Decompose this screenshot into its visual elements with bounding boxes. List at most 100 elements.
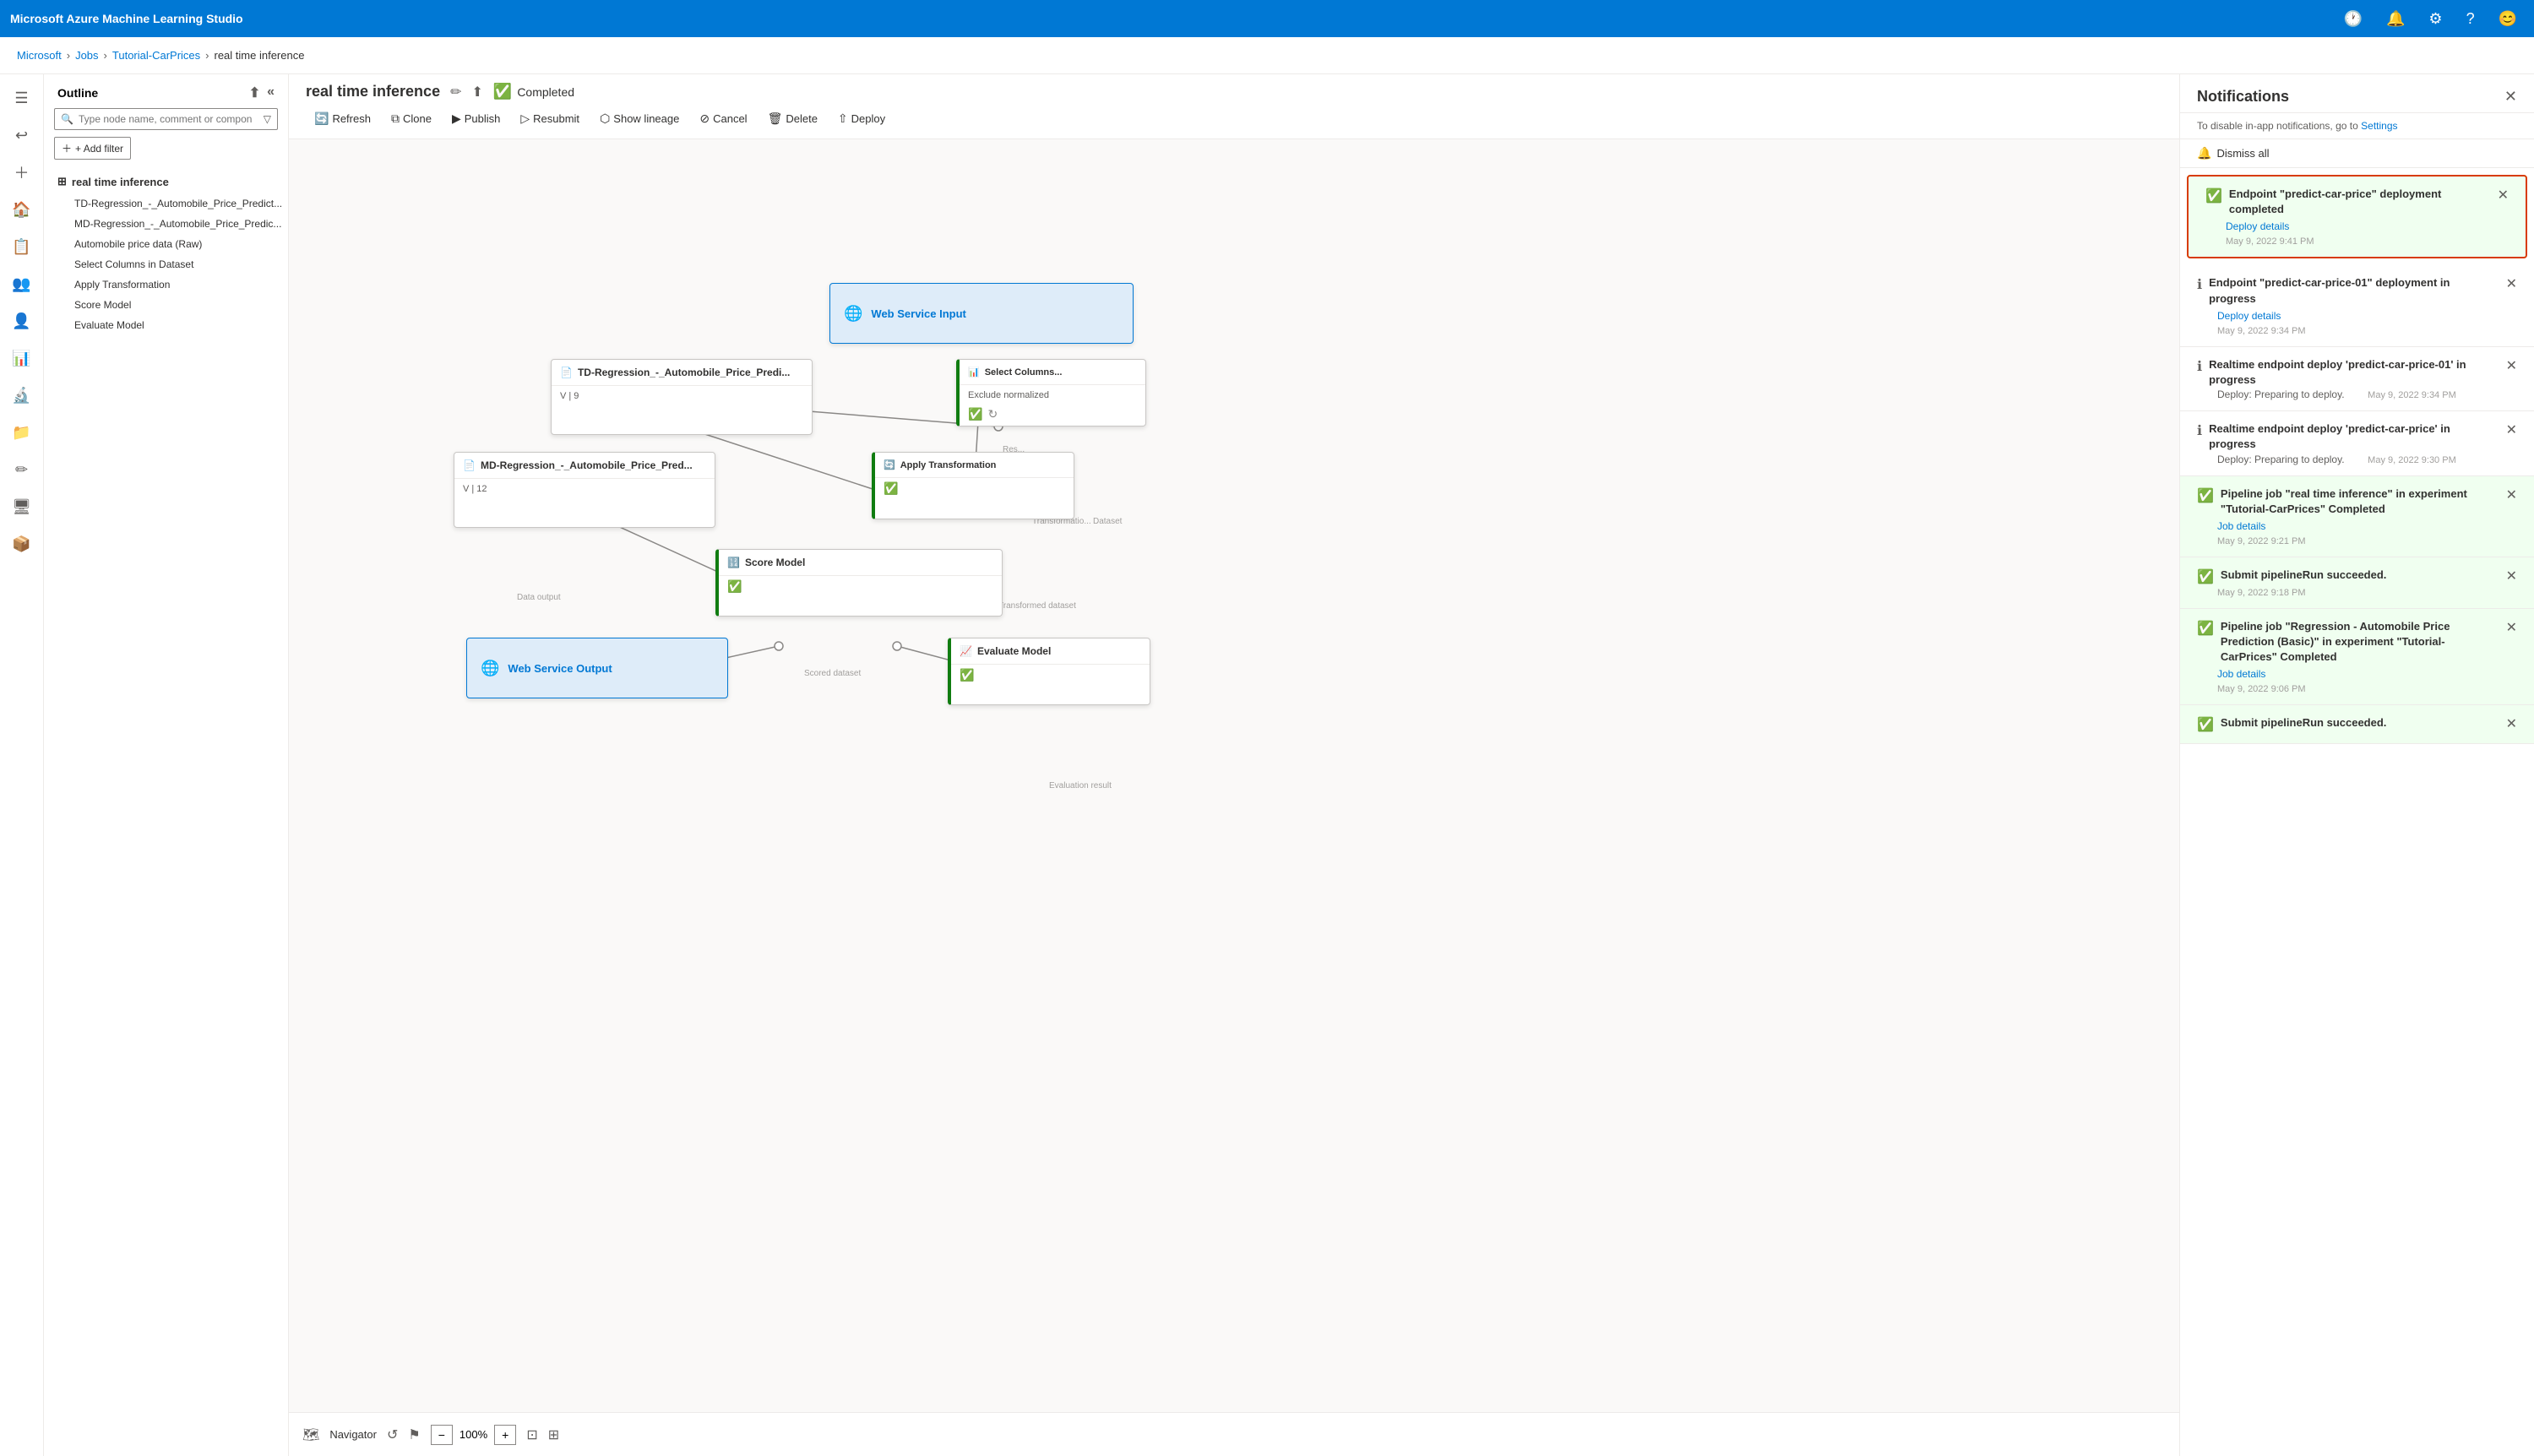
- clone-icon: ⧉: [391, 111, 400, 126]
- filter-icon[interactable]: ▽: [264, 113, 271, 125]
- breadcrumb-microsoft[interactable]: Microsoft: [17, 49, 62, 62]
- settings-link[interactable]: Settings: [2361, 120, 2397, 132]
- publish-button[interactable]: ▶ Publish: [443, 107, 508, 130]
- sidebar-add-icon[interactable]: ＋: [5, 155, 39, 189]
- outline-share-icon[interactable]: ⬆: [249, 84, 260, 101]
- sidebar-compute-icon[interactable]: 🖥: [5, 490, 39, 524]
- node-select-columns[interactable]: 📊 Select Columns... Exclude normalized ✅…: [956, 359, 1146, 426]
- td-regression-version: V | 9: [560, 391, 579, 401]
- notif-7-close[interactable]: ✕: [2506, 619, 2517, 636]
- notif-3-close[interactable]: ✕: [2506, 357, 2517, 374]
- sidebar-storage-icon[interactable]: 📁: [5, 416, 39, 449]
- md-regression-icon: 📄: [463, 459, 476, 471]
- node-web-service-output[interactable]: 🌐 Web Service Output: [466, 638, 728, 698]
- sidebar-back-icon[interactable]: ↩: [5, 118, 39, 152]
- sidebar-menu-icon[interactable]: ☰: [5, 81, 39, 115]
- notif-7-title: Pipeline job "Regression - Automobile Pr…: [2221, 619, 2499, 666]
- td-regression-icon: 📄: [560, 367, 573, 378]
- zoom-in-button[interactable]: +: [494, 1425, 516, 1445]
- sidebar-experiment-icon[interactable]: 🔬: [5, 378, 39, 412]
- notif-1-link[interactable]: Deploy details: [2226, 220, 2509, 232]
- history-icon[interactable]: 🕐: [2337, 7, 2369, 31]
- notif-5-close[interactable]: ✕: [2506, 486, 2517, 503]
- cancel-button[interactable]: ⊘ Cancel: [691, 107, 755, 130]
- notif-item-3: ℹ Realtime endpoint deploy 'predict-car-…: [2180, 347, 2534, 411]
- outline-item-select-cols[interactable]: Select Columns in Dataset: [44, 254, 288, 274]
- notifications-icon[interactable]: 🔔: [2379, 7, 2412, 31]
- deploy-icon: ⇧: [838, 111, 848, 126]
- sidebar-list-icon[interactable]: 📋: [5, 230, 39, 263]
- breadcrumb-tutorial[interactable]: Tutorial-CarPrices: [112, 49, 200, 62]
- settings-icon[interactable]: ⚙: [2422, 7, 2449, 31]
- outline-item-apply-transform[interactable]: Apply Transformation: [44, 274, 288, 295]
- notif-4-close[interactable]: ✕: [2506, 421, 2517, 438]
- notif-4-desc: Deploy: Preparing to deploy.: [2217, 454, 2345, 465]
- zoom-out-button[interactable]: −: [431, 1425, 453, 1445]
- notif-1-close[interactable]: ✕: [2498, 187, 2509, 204]
- node-apply-transformation[interactable]: 🔄 Apply Transformation ✅: [872, 452, 1074, 519]
- node-evaluate-model[interactable]: 📈 Evaluate Model ✅: [948, 638, 1150, 705]
- share-title-icon[interactable]: ⬆: [471, 84, 482, 101]
- add-filter-button[interactable]: ＋ + Add filter: [54, 137, 131, 160]
- zoom-level: 100%: [456, 1428, 491, 1441]
- fit-icon[interactable]: ↺: [387, 1426, 398, 1443]
- delete-button[interactable]: 🗑 Delete: [759, 107, 826, 130]
- sidebar-team-icon[interactable]: 👥: [5, 267, 39, 301]
- account-icon[interactable]: 😊: [2492, 7, 2524, 31]
- edit-title-icon[interactable]: ✏: [450, 84, 461, 101]
- notif-8-title: Submit pipelineRun succeeded.: [2221, 715, 2499, 731]
- sidebar-chart-icon[interactable]: 📊: [5, 341, 39, 375]
- sidebar-user-icon[interactable]: 👤: [5, 304, 39, 338]
- notif-2-close[interactable]: ✕: [2506, 275, 2517, 292]
- cancel-icon: ⊘: [699, 111, 710, 126]
- dismiss-all-button[interactable]: 🔔 Dismiss all: [2180, 139, 2534, 168]
- notif-subtitle: To disable in-app notifications, go to S…: [2180, 113, 2534, 139]
- node-md-regression[interactable]: 📄 MD-Regression_-_Automobile_Price_Pred.…: [454, 452, 715, 528]
- notif-3-desc: Deploy: Preparing to deploy.: [2217, 388, 2345, 400]
- resubmit-button[interactable]: ▷ Resubmit: [512, 107, 588, 130]
- outline-item-score-model[interactable]: Score Model: [44, 295, 288, 315]
- notif-6-close[interactable]: ✕: [2506, 568, 2517, 584]
- outline-item-td-regression[interactable]: TD-Regression_-_Automobile_Price_Predict…: [44, 193, 288, 214]
- outline-item-evaluate-model[interactable]: Evaluate Model: [44, 315, 288, 335]
- sidebar-home-icon[interactable]: 🏠: [5, 193, 39, 226]
- notif-3-time: May 9, 2022 9:34 PM: [2368, 390, 2456, 400]
- notif-2-link[interactable]: Deploy details: [2217, 310, 2517, 322]
- web-service-output-label: Web Service Output: [508, 662, 612, 675]
- notif-close-button[interactable]: ✕: [2504, 88, 2517, 106]
- node-web-service-input[interactable]: 🌐 Web Service Input: [829, 283, 1134, 344]
- md-regression-label: MD-Regression_-_Automobile_Price_Pred...: [481, 459, 693, 471]
- node-score-model[interactable]: 🔢 Score Model ✅: [715, 549, 1003, 617]
- notif-8-close[interactable]: ✕: [2506, 715, 2517, 732]
- notif-5-link[interactable]: Job details: [2217, 520, 2517, 532]
- notif-2-icon: ℹ: [2197, 276, 2202, 293]
- help-icon[interactable]: ?: [2460, 7, 2482, 31]
- breadcrumb-jobs[interactable]: Jobs: [75, 49, 98, 62]
- flag-icon[interactable]: ⚑: [408, 1426, 420, 1443]
- select-columns-refresh-icon: ↻: [987, 407, 998, 421]
- deploy-button[interactable]: ⇧ Deploy: [829, 107, 894, 130]
- outline-item-auto-price[interactable]: Automobile price data (Raw): [44, 234, 288, 254]
- notif-7-link[interactable]: Job details: [2217, 668, 2517, 680]
- notif-item-1: ✅ Endpoint "predict-car-price" deploymen…: [2187, 175, 2527, 258]
- canvas-viewport[interactable]: Web service input data Data output Data …: [289, 139, 2179, 1412]
- outline-title: Outline: [57, 86, 98, 100]
- node-td-regression[interactable]: 📄 TD-Regression_-_Automobile_Price_Predi…: [551, 359, 813, 435]
- icon-sidebar: ☰ ↩ ＋ 🏠 📋 👥 👤 📊 🔬 📁 ✏ 🖥 📦: [0, 74, 44, 1456]
- sidebar-edit-icon[interactable]: ✏: [5, 453, 39, 486]
- outline-search-input[interactable]: [54, 108, 278, 130]
- clone-button[interactable]: ⧉ Clone: [383, 107, 440, 130]
- show-lineage-button[interactable]: ⬡ Show lineage: [591, 107, 688, 130]
- notif-4-time: May 9, 2022 9:30 PM: [2368, 455, 2456, 465]
- sidebar-data-icon[interactable]: 📦: [5, 527, 39, 561]
- pipeline-connections: Web service input data Data output Data …: [289, 139, 2179, 1412]
- grid-icon[interactable]: ⊞: [548, 1426, 559, 1443]
- notif-title: Notifications: [2197, 88, 2289, 106]
- refresh-button[interactable]: 🔄 Refresh: [306, 107, 379, 130]
- outline-collapse-icon[interactable]: «: [267, 84, 275, 101]
- notif-list: ✅ Endpoint "predict-car-price" deploymen…: [2180, 168, 2534, 1456]
- web-service-input-label: Web Service Input: [871, 307, 965, 320]
- fit-view-icon[interactable]: ⊡: [526, 1426, 537, 1443]
- canvas-toolbar: real time inference ✏ ⬆ ✅ Completed 🔄 Re…: [289, 74, 2179, 139]
- outline-item-md-regression[interactable]: MD-Regression_-_Automobile_Price_Predic.…: [44, 214, 288, 234]
